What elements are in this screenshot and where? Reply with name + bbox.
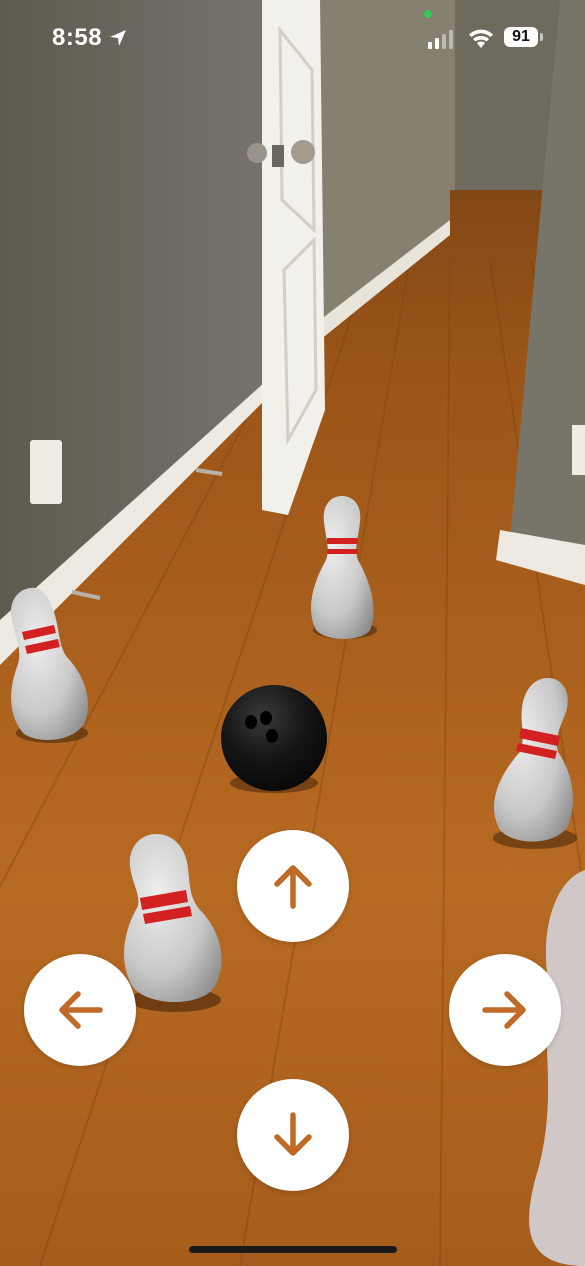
move-right-button[interactable] [449,954,561,1066]
cellular-signal-icon [428,29,453,49]
ar-camera-scene [0,0,585,1266]
time-text: 8:58 [52,24,103,51]
mic-indicator-dot [424,10,432,18]
home-indicator[interactable] [189,1246,397,1253]
location-arrow-icon [110,30,127,46]
battery-indicator: 91 [504,27,544,49]
status-bar: 8:58 91 [0,0,585,80]
wifi-icon [469,29,493,48]
arrow-right-icon [482,991,526,1029]
arrow-down-icon [274,1112,312,1156]
arrow-left-icon [59,991,103,1029]
arrow-up-icon [274,865,312,909]
battery-level: 91 [512,28,530,45]
move-left-button[interactable] [24,954,136,1066]
move-up-button[interactable] [237,830,349,942]
move-down-button[interactable] [237,1079,349,1191]
clock: 8:58 [52,24,128,52]
